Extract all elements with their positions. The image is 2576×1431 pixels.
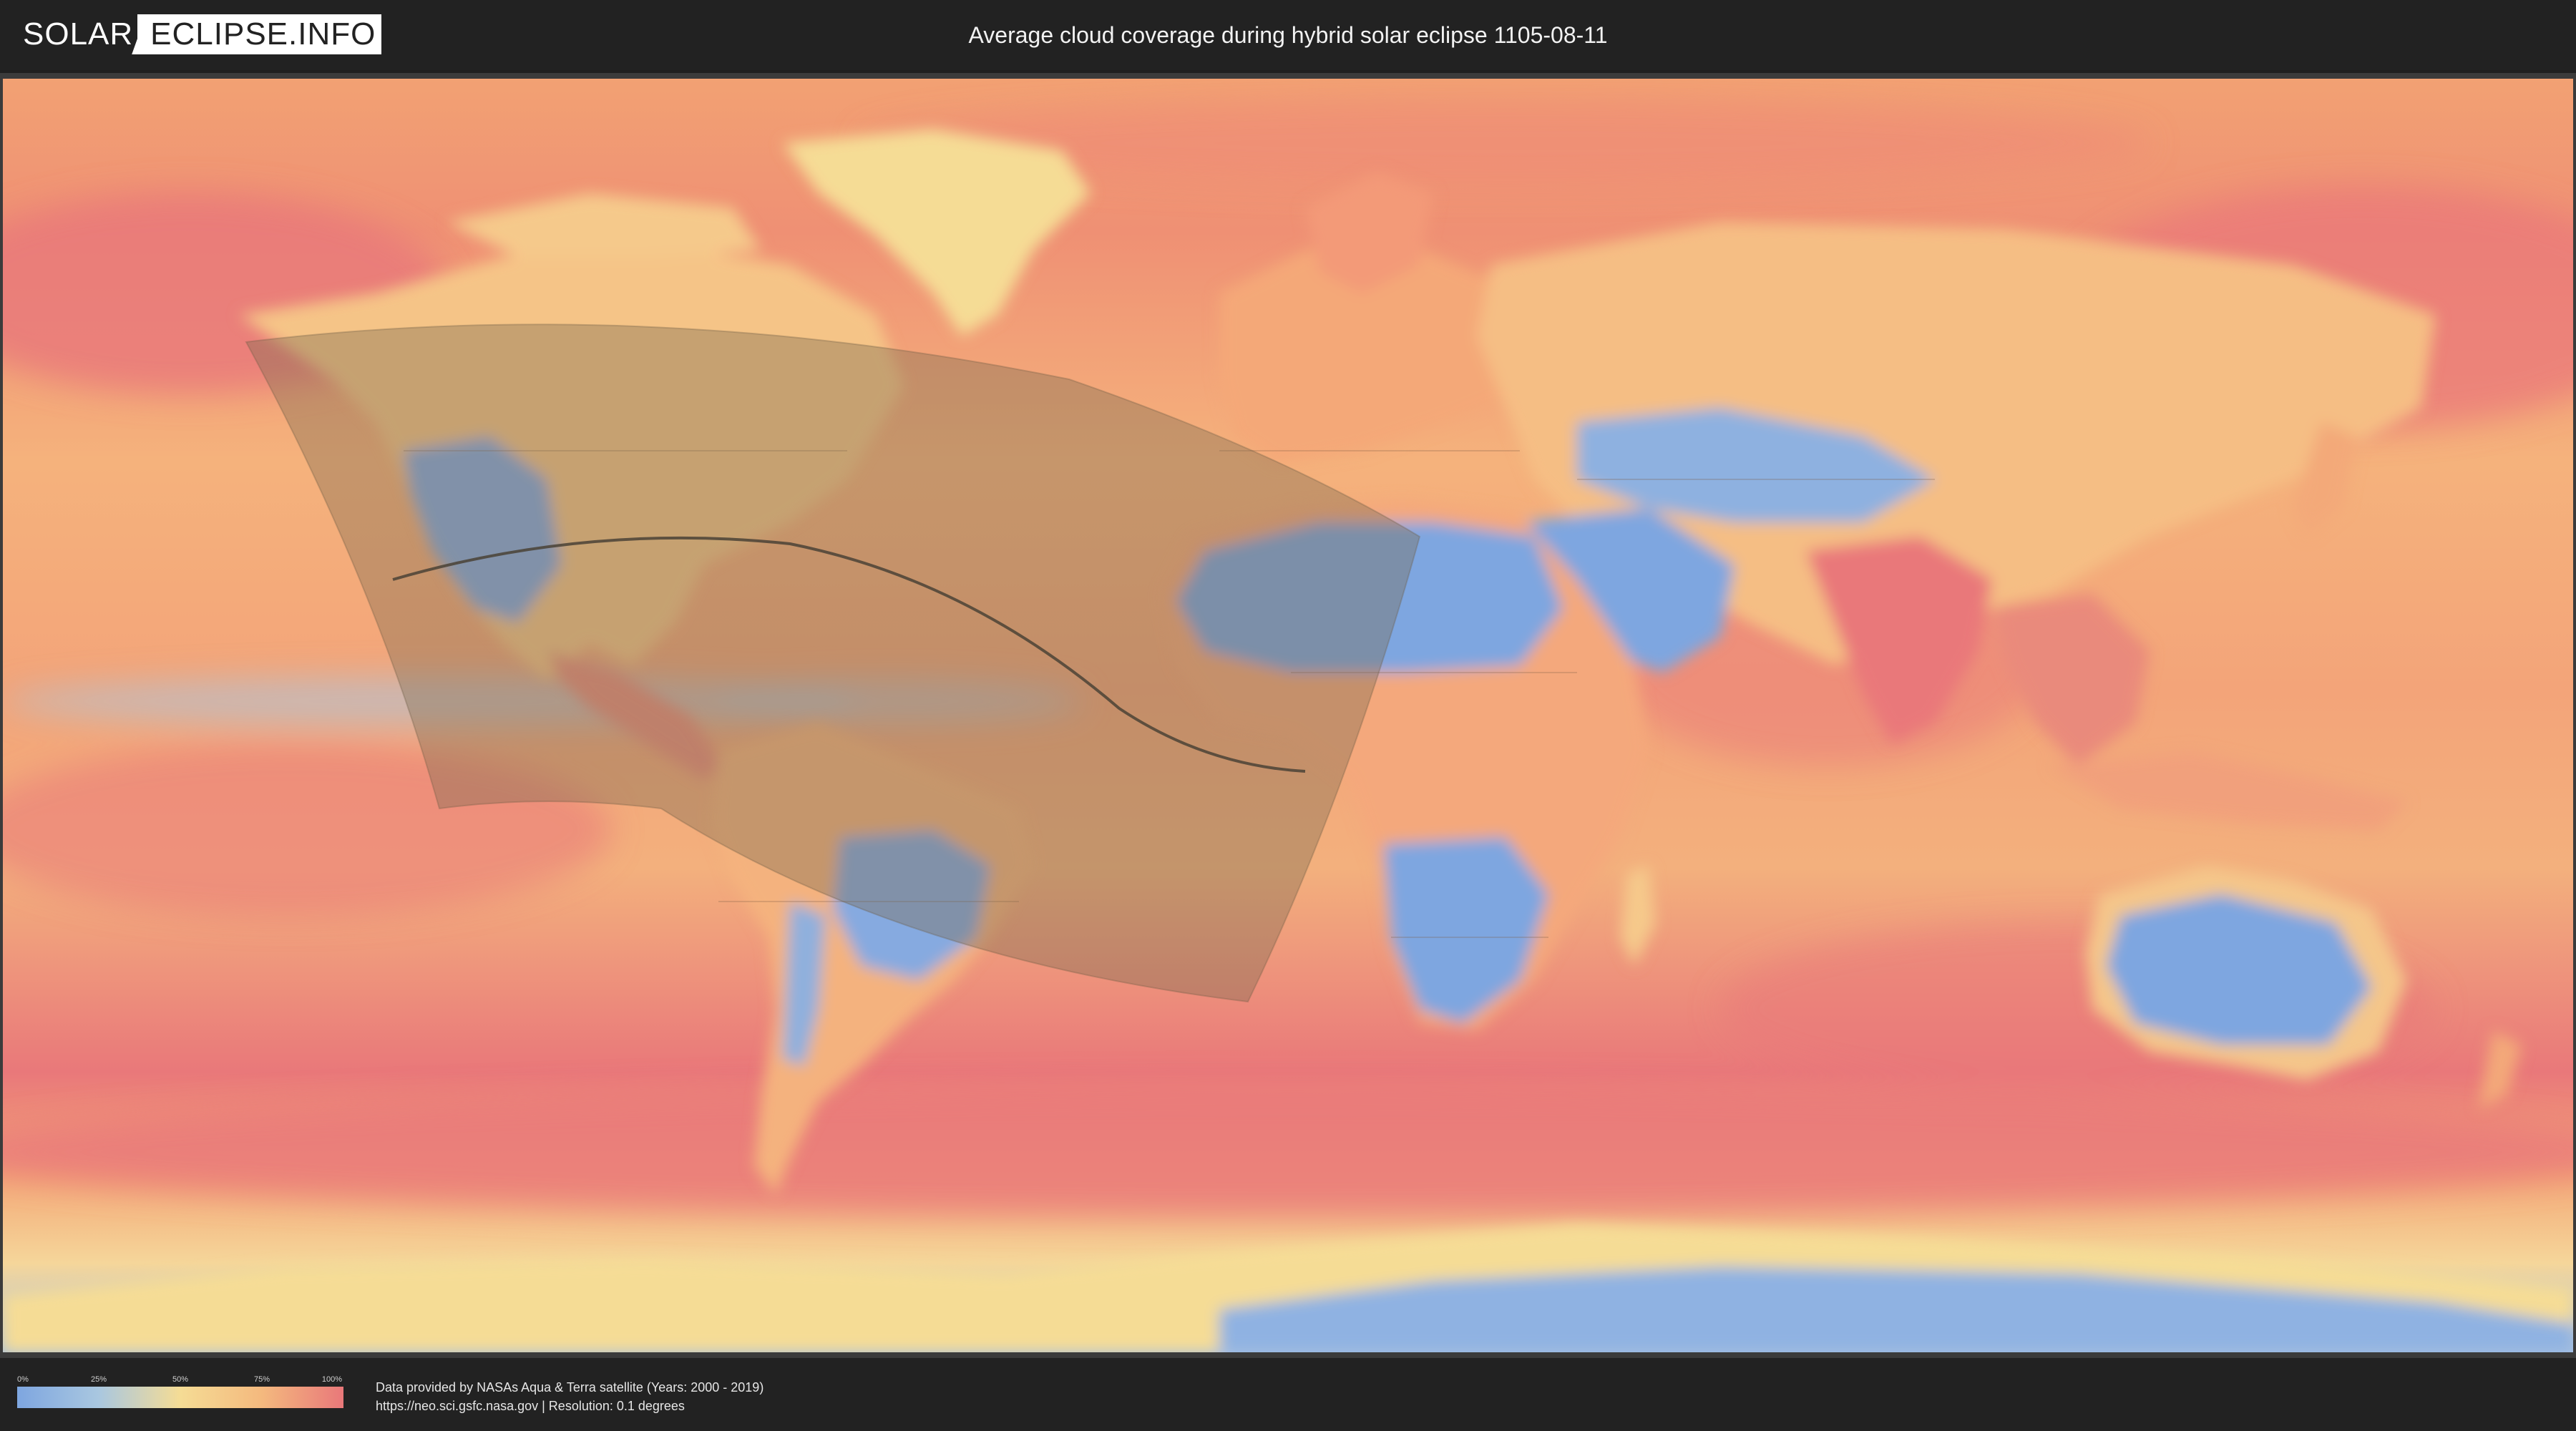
cloud-coverage-map[interactable] bbox=[3, 79, 2573, 1352]
header-bar: SOLAR ECLIPSE.INFO Average cloud coverag… bbox=[0, 0, 2576, 70]
page-title: Average cloud coverage during hybrid sol… bbox=[968, 22, 1608, 48]
legend-tick-100: 100% bbox=[321, 1375, 343, 1384]
legend-tick-0: 0% bbox=[17, 1375, 29, 1384]
footer-bar: 0% 25% 50% 75% 100% Data provided by NAS… bbox=[0, 1358, 2576, 1431]
cloud-coverage-legend: 0% 25% 50% 75% 100% bbox=[17, 1375, 343, 1408]
legend-color-bar bbox=[17, 1387, 343, 1408]
credit-line-url[interactable]: https://neo.sci.gsfc.nasa.gov | Resoluti… bbox=[376, 1397, 763, 1415]
legend-tick-75: 75% bbox=[253, 1375, 270, 1384]
credit-line-source: Data provided by NASAs Aqua & Terra sate… bbox=[376, 1380, 764, 1395]
map-frame bbox=[0, 73, 2576, 1358]
legend-tick-50: 50% bbox=[172, 1375, 189, 1384]
data-credits: Data provided by NASAs Aqua & Terra sate… bbox=[376, 1378, 763, 1415]
legend-tick-25: 25% bbox=[90, 1375, 107, 1384]
legend-ticks: 0% 25% 50% 75% 100% bbox=[17, 1375, 343, 1387]
